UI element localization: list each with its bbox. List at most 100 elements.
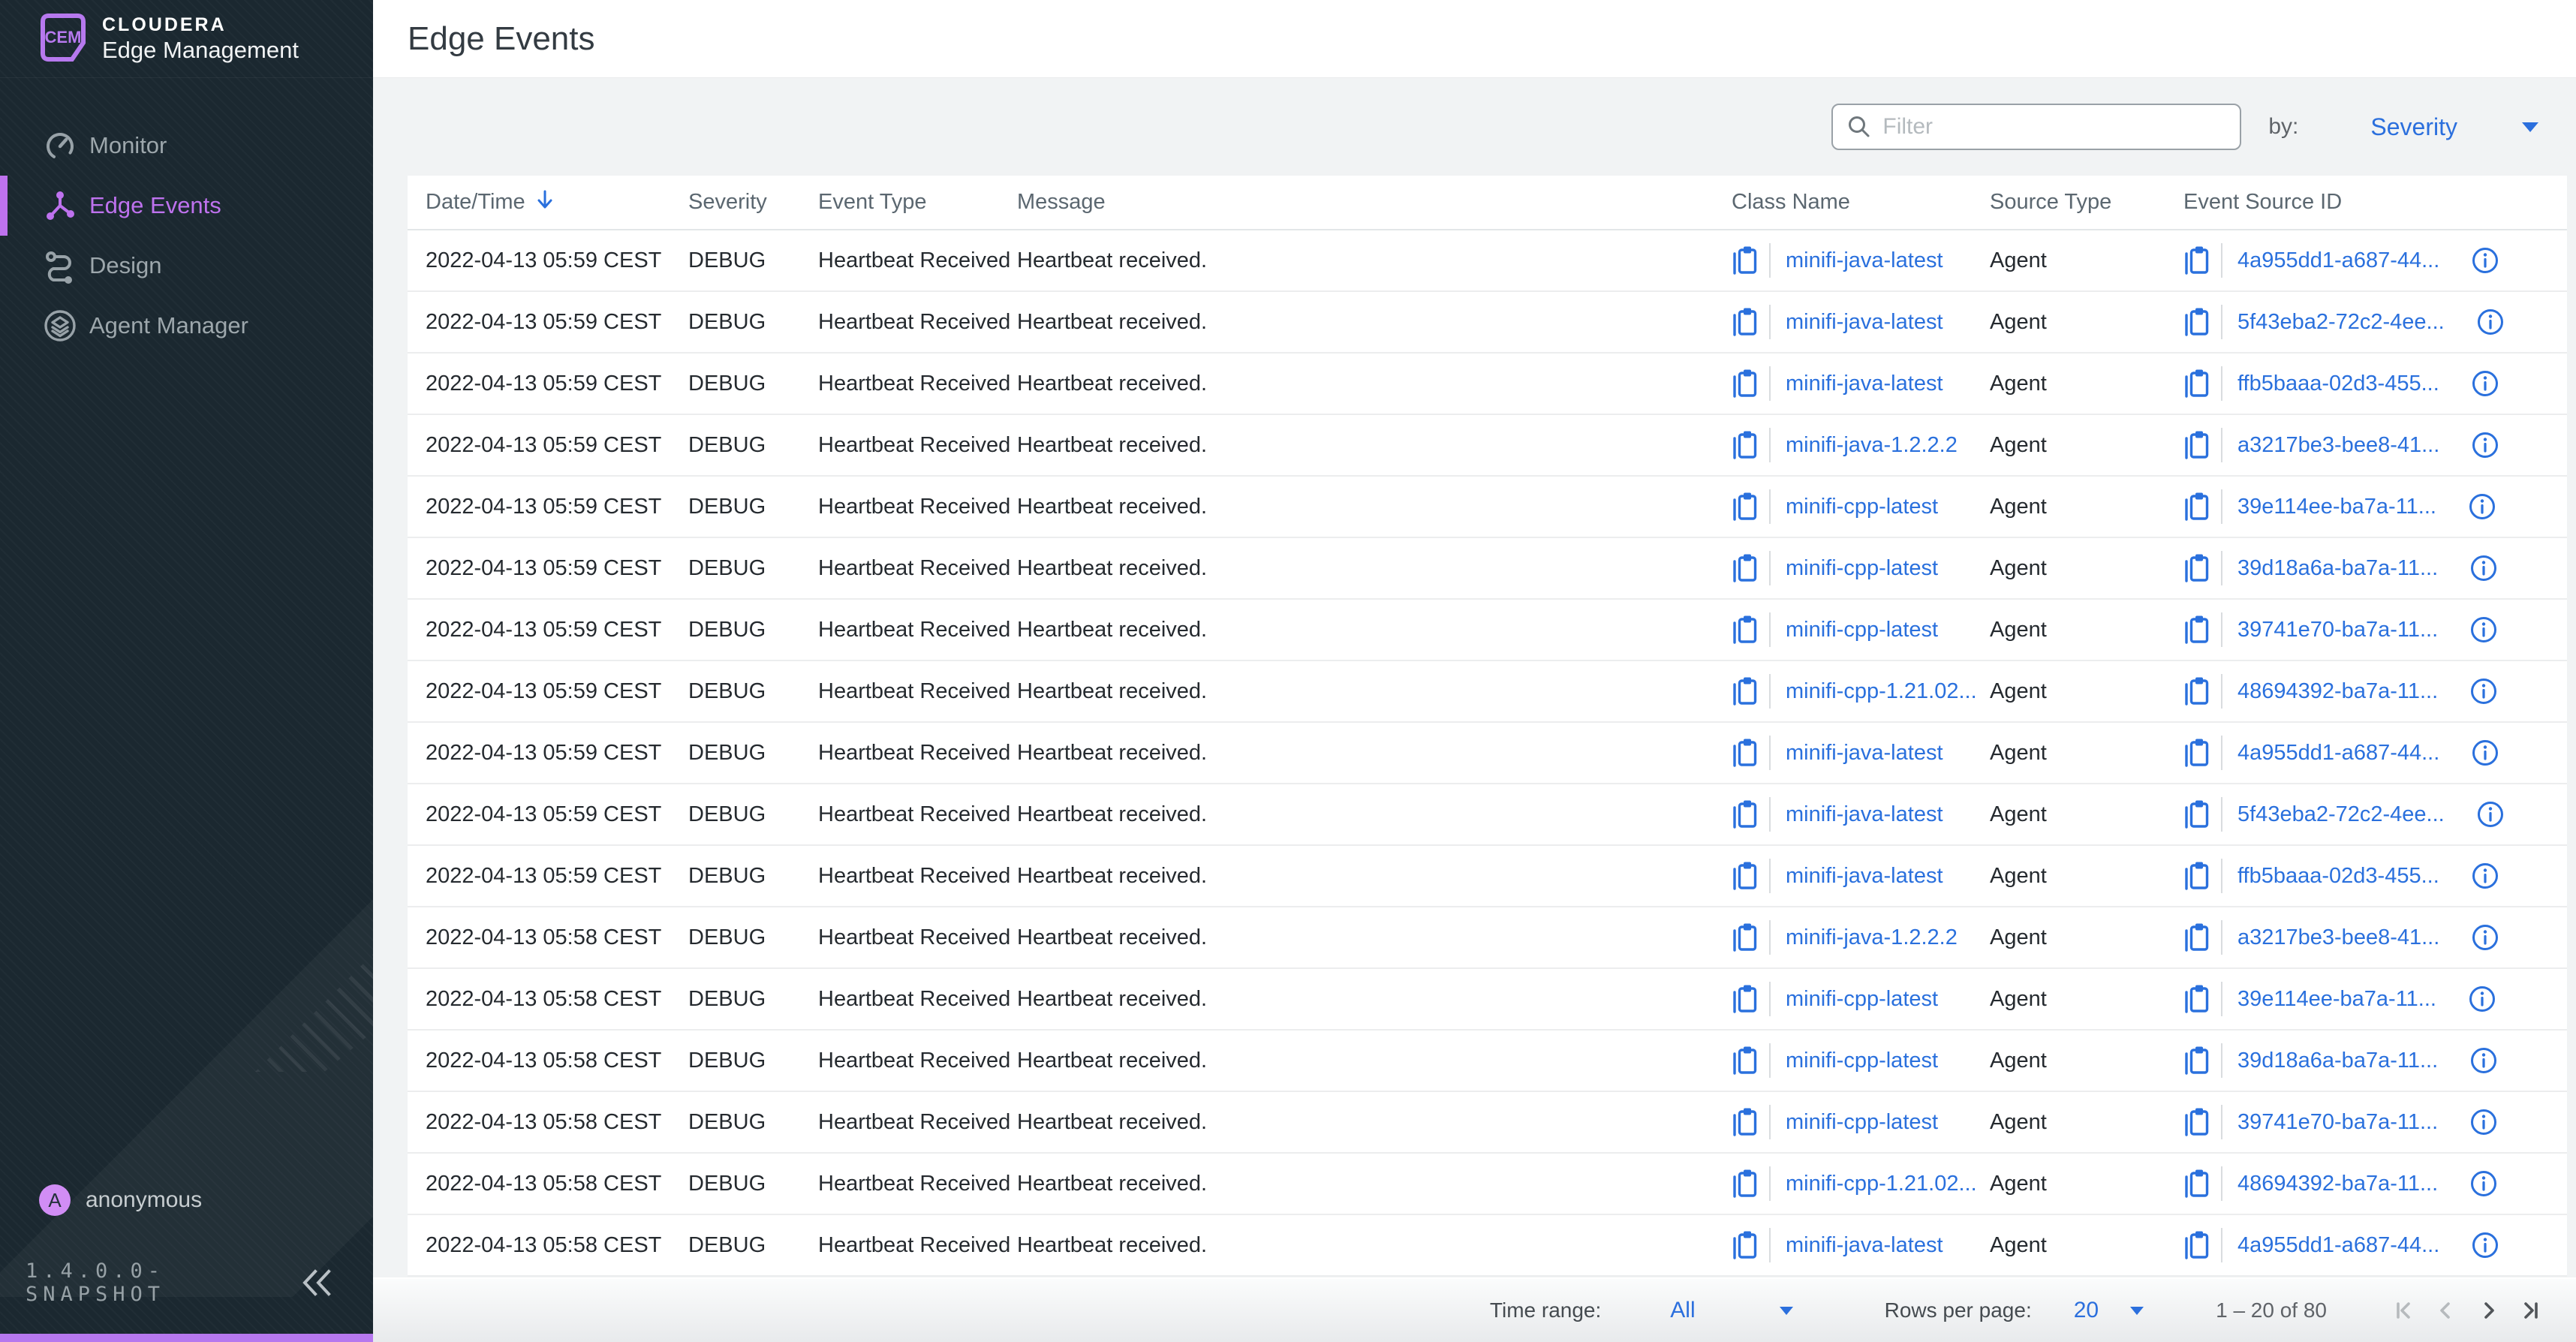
column-header-severity[interactable]: Severity — [688, 190, 818, 215]
event-source-id-link[interactable]: 4a955dd1-a687-44... — [2237, 741, 2439, 766]
class-name-link[interactable]: minifi-java-latest — [1786, 372, 1943, 396]
class-name-link[interactable]: minifi-java-latest — [1786, 741, 1943, 766]
copy-class-name-button[interactable] — [1732, 613, 1759, 646]
first-page-button[interactable] — [2391, 1298, 2417, 1323]
event-details-button[interactable] — [2469, 1046, 2498, 1075]
class-name-link[interactable]: minifi-cpp-latest — [1786, 495, 1938, 519]
event-source-id-link[interactable]: ffb5baaa-02d3-455... — [2237, 864, 2439, 889]
event-source-id-link[interactable]: 5f43eba2-72c2-4ee... — [2237, 802, 2445, 827]
class-name-link[interactable]: minifi-java-latest — [1786, 310, 1943, 335]
copy-class-name-button[interactable] — [1732, 859, 1759, 892]
event-source-id-link[interactable]: 48694392-ba7a-11... — [2237, 679, 2438, 704]
class-name-link[interactable]: minifi-java-1.2.2.2 — [1786, 925, 1958, 950]
class-name-link[interactable]: minifi-java-latest — [1786, 1233, 1943, 1258]
class-name-link[interactable]: minifi-cpp-latest — [1786, 618, 1938, 642]
copy-event-source-id-button[interactable] — [2183, 859, 2210, 892]
class-name-link[interactable]: minifi-cpp-1.21.02... — [1786, 679, 1977, 704]
copy-class-name-button[interactable] — [1732, 798, 1759, 831]
copy-event-source-id-button[interactable] — [2183, 367, 2210, 400]
event-source-id-link[interactable]: 4a955dd1-a687-44... — [2237, 1233, 2439, 1258]
copy-class-name-button[interactable] — [1732, 367, 1759, 400]
event-source-id-link[interactable]: 39741e70-ba7a-11... — [2237, 1110, 2438, 1135]
column-header-event-type[interactable]: Event Type — [818, 190, 1017, 215]
copy-event-source-id-button[interactable] — [2183, 552, 2210, 585]
copy-class-name-button[interactable] — [1732, 1106, 1759, 1139]
event-details-button[interactable] — [2471, 431, 2499, 459]
copy-class-name-button[interactable] — [1732, 490, 1759, 523]
class-name-link[interactable]: minifi-cpp-latest — [1786, 1110, 1938, 1135]
copy-event-source-id-button[interactable] — [2183, 490, 2210, 523]
column-header-event-source-id[interactable]: Event Source ID — [2183, 190, 2567, 215]
copy-class-name-button[interactable] — [1732, 736, 1759, 769]
event-source-id-link[interactable]: 39d18a6a-ba7a-11... — [2237, 1049, 2438, 1073]
event-details-button[interactable] — [2469, 1169, 2498, 1198]
copy-event-source-id-button[interactable] — [2183, 244, 2210, 277]
event-source-id-link[interactable]: 39e114ee-ba7a-11... — [2237, 495, 2436, 519]
sidebar-item-design[interactable]: Design — [0, 236, 373, 296]
event-source-id-link[interactable]: a3217be3-bee8-41... — [2237, 925, 2439, 950]
chevron-down-icon[interactable] — [1780, 1307, 1793, 1315]
copy-class-name-button[interactable] — [1732, 305, 1759, 339]
event-details-button[interactable] — [2476, 800, 2505, 829]
sidebar-item-monitor[interactable]: Monitor — [0, 116, 373, 176]
event-details-button[interactable] — [2468, 492, 2496, 521]
event-details-button[interactable] — [2471, 923, 2499, 952]
copy-event-source-id-button[interactable] — [2183, 1167, 2210, 1200]
copy-class-name-button[interactable] — [1732, 1229, 1759, 1262]
event-source-id-link[interactable]: 39e114ee-ba7a-11... — [2237, 987, 2436, 1012]
copy-event-source-id-button[interactable] — [2183, 305, 2210, 339]
event-source-id-link[interactable]: 4a955dd1-a687-44... — [2237, 248, 2439, 273]
copy-class-name-button[interactable] — [1732, 552, 1759, 585]
copy-event-source-id-button[interactable] — [2183, 1106, 2210, 1139]
event-source-id-link[interactable]: ffb5baaa-02d3-455... — [2237, 372, 2439, 396]
chevron-down-icon[interactable] — [2130, 1307, 2144, 1315]
rows-per-page-select[interactable]: 20 — [2074, 1298, 2099, 1323]
event-details-button[interactable] — [2468, 985, 2496, 1013]
class-name-link[interactable]: minifi-java-latest — [1786, 864, 1943, 889]
event-details-button[interactable] — [2469, 554, 2498, 582]
copy-event-source-id-button[interactable] — [2183, 798, 2210, 831]
copy-class-name-button[interactable] — [1732, 244, 1759, 277]
event-details-button[interactable] — [2469, 677, 2498, 706]
column-header-class-name[interactable]: Class Name — [1732, 190, 1990, 215]
copy-event-source-id-button[interactable] — [2183, 1044, 2210, 1077]
time-range-select[interactable]: All — [1670, 1298, 1695, 1323]
copy-event-source-id-button[interactable] — [2183, 613, 2210, 646]
copy-event-source-id-button[interactable] — [2183, 982, 2210, 1016]
event-details-button[interactable] — [2471, 739, 2499, 767]
event-details-button[interactable] — [2476, 308, 2505, 336]
user-menu[interactable]: A anonymous — [0, 1184, 373, 1216]
class-name-link[interactable]: minifi-java-1.2.2.2 — [1786, 433, 1958, 458]
class-name-link[interactable]: minifi-cpp-latest — [1786, 987, 1938, 1012]
copy-event-source-id-button[interactable] — [2183, 675, 2210, 708]
sidebar-collapse-button[interactable] — [299, 1267, 334, 1298]
previous-page-button[interactable] — [2433, 1298, 2459, 1323]
copy-event-source-id-button[interactable] — [2183, 429, 2210, 462]
copy-class-name-button[interactable] — [1732, 1167, 1759, 1200]
copy-class-name-button[interactable] — [1732, 921, 1759, 954]
class-name-link[interactable]: minifi-cpp-latest — [1786, 1049, 1938, 1073]
event-source-id-link[interactable]: 5f43eba2-72c2-4ee... — [2237, 310, 2445, 335]
copy-event-source-id-button[interactable] — [2183, 1229, 2210, 1262]
event-source-id-link[interactable]: 39741e70-ba7a-11... — [2237, 618, 2438, 642]
last-page-button[interactable] — [2517, 1298, 2543, 1323]
copy-class-name-button[interactable] — [1732, 675, 1759, 708]
event-source-id-link[interactable]: a3217be3-bee8-41... — [2237, 433, 2439, 458]
copy-class-name-button[interactable] — [1732, 982, 1759, 1016]
copy-class-name-button[interactable] — [1732, 429, 1759, 462]
class-name-link[interactable]: minifi-cpp-latest — [1786, 556, 1938, 581]
filter-input[interactable] — [1882, 114, 2240, 140]
class-name-link[interactable]: minifi-java-latest — [1786, 248, 1943, 273]
event-details-button[interactable] — [2471, 1231, 2499, 1259]
event-details-button[interactable] — [2469, 615, 2498, 644]
column-header-datetime[interactable]: Date/Time — [426, 188, 688, 217]
event-details-button[interactable] — [2471, 369, 2499, 398]
sidebar-item-agent-manager[interactable]: Agent Manager — [0, 296, 373, 356]
class-name-link[interactable]: minifi-java-latest — [1786, 802, 1943, 827]
event-details-button[interactable] — [2469, 1108, 2498, 1136]
event-details-button[interactable] — [2471, 862, 2499, 890]
event-source-id-link[interactable]: 39d18a6a-ba7a-11... — [2237, 556, 2438, 581]
class-name-link[interactable]: minifi-cpp-1.21.02... — [1786, 1172, 1977, 1196]
copy-class-name-button[interactable] — [1732, 1044, 1759, 1077]
next-page-button[interactable] — [2475, 1298, 2501, 1323]
